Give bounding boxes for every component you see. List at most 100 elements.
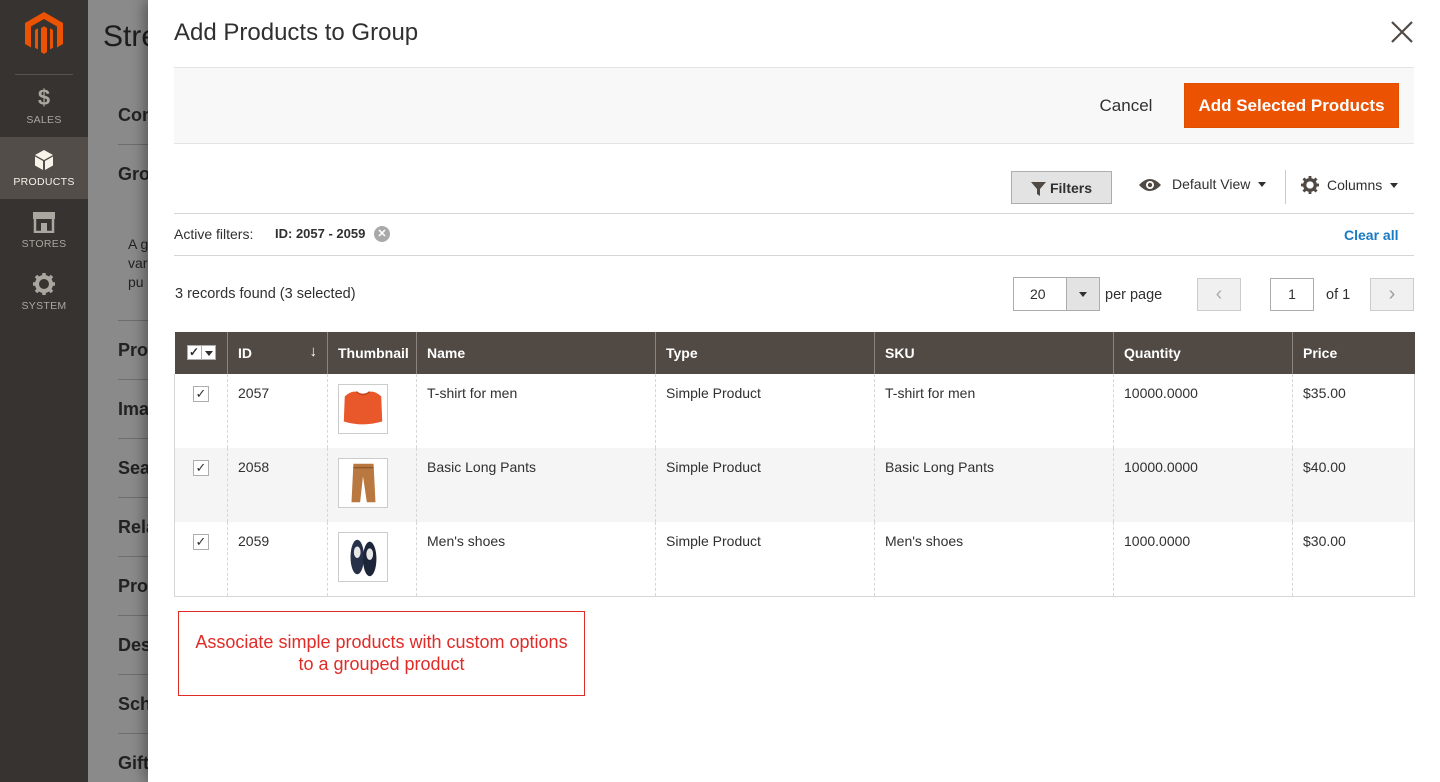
view-switcher-label: Default View bbox=[1172, 176, 1251, 192]
modal-title: Add Products to Group bbox=[174, 19, 419, 46]
cell-type: Simple Product bbox=[655, 448, 875, 522]
per-page-label: per page bbox=[1105, 287, 1163, 303]
cell-quantity: 10000.0000 bbox=[1113, 448, 1293, 522]
table-row[interactable]: ✓ 2058 Basic Long Pants Simple Product B… bbox=[174, 448, 1415, 522]
table-row[interactable]: ✓ 2057 T-shirt for men Simple Product T-… bbox=[174, 374, 1415, 448]
cell-sku: Basic Long Pants bbox=[874, 448, 1114, 522]
clear-all-link[interactable]: Clear all bbox=[1344, 227, 1398, 243]
columns-control[interactable]: Columns bbox=[1301, 176, 1399, 194]
column-header-label: Price bbox=[1303, 345, 1338, 361]
sidebar-item-label: SYSTEM bbox=[21, 300, 67, 312]
sidebar-item-stores[interactable]: STORES bbox=[0, 199, 88, 261]
remove-filter-icon[interactable]: ✕ bbox=[374, 226, 390, 242]
annotation-line: Associate simple products with custom op… bbox=[195, 632, 568, 652]
store-icon bbox=[0, 209, 88, 235]
cell-price: $40.00 bbox=[1292, 448, 1415, 522]
product-thumbnail-tshirt bbox=[338, 384, 388, 434]
column-header-quantity[interactable]: Quantity bbox=[1113, 332, 1293, 374]
row-checkbox[interactable]: ✓ bbox=[193, 534, 209, 550]
table-row[interactable]: ✓ 2059 Men's shoes Simple Product Men's … bbox=[174, 522, 1415, 597]
column-header-price[interactable]: Price bbox=[1292, 332, 1415, 374]
sidebar-item-label: SALES bbox=[26, 114, 62, 126]
background-text: var bbox=[128, 255, 148, 271]
cancel-button[interactable]: Cancel bbox=[1086, 84, 1166, 128]
sidebar-item-system[interactable]: SYSTEM bbox=[0, 261, 88, 323]
cell-id: 2057 bbox=[227, 374, 328, 448]
cell-id: 2059 bbox=[227, 522, 328, 597]
gear-icon bbox=[0, 271, 88, 297]
background-section: Pro bbox=[118, 340, 149, 360]
sidebar-item-label: STORES bbox=[21, 238, 67, 250]
page-number-input[interactable]: 1 bbox=[1270, 278, 1314, 311]
next-page-button[interactable]: › bbox=[1370, 278, 1414, 311]
sidebar-item-products[interactable]: PRODUCTS bbox=[0, 137, 88, 199]
columns-label: Columns bbox=[1327, 177, 1383, 193]
cell-price: $30.00 bbox=[1292, 522, 1415, 597]
previous-page-button[interactable]: ‹ bbox=[1197, 278, 1241, 311]
products-grid: ✓ ID ↓ Thumbnail Name Type SKU Quantity P… bbox=[174, 332, 1415, 597]
filters-divider-line bbox=[174, 255, 1414, 256]
column-header-label: Thumbnail bbox=[338, 345, 409, 361]
checkmark-icon: ✓ bbox=[186, 345, 202, 360]
background-section: Sea bbox=[118, 458, 151, 478]
column-header-label: Quantity bbox=[1124, 345, 1181, 361]
sidebar-item-label: PRODUCTS bbox=[13, 176, 75, 188]
per-page-dropdown-button[interactable] bbox=[1066, 277, 1100, 311]
chevron-down-icon bbox=[1079, 292, 1087, 297]
filters-label: Filters bbox=[1049, 179, 1092, 196]
background-section: Gift bbox=[118, 753, 149, 773]
column-header-label: Type bbox=[666, 345, 698, 361]
column-header-id[interactable]: ID ↓ bbox=[227, 332, 328, 374]
chevron-down-icon bbox=[1258, 182, 1267, 187]
background-text: A g bbox=[128, 236, 149, 252]
dollar-icon: $ bbox=[37, 85, 51, 110]
filters-button[interactable]: Filters bbox=[1011, 171, 1112, 204]
background-section: Des bbox=[118, 635, 152, 655]
cell-type: Simple Product bbox=[655, 522, 875, 597]
column-header-type[interactable]: Type bbox=[655, 332, 875, 374]
filter-icon bbox=[1030, 181, 1046, 196]
eye-icon bbox=[1139, 179, 1161, 191]
mass-select-header: ✓ bbox=[174, 332, 228, 374]
sidebar-item-sales[interactable]: $ SALES bbox=[0, 75, 88, 137]
cell-sku: Men's shoes bbox=[874, 522, 1114, 597]
background-section: Ima bbox=[118, 399, 150, 419]
sort-arrow-icon: ↓ bbox=[309, 343, 318, 360]
active-filter-chip: ID: 2057 - 2059 bbox=[275, 226, 366, 241]
cell-id: 2058 bbox=[227, 448, 328, 522]
cube-icon bbox=[0, 147, 88, 173]
product-thumbnail-pants bbox=[338, 458, 388, 508]
cell-price: $35.00 bbox=[1292, 374, 1415, 448]
records-summary: 3 records found (3 selected) bbox=[175, 286, 356, 302]
modal-action-bar: Cancel Add Selected Products bbox=[174, 67, 1414, 144]
column-header-thumbnail[interactable]: Thumbnail bbox=[327, 332, 417, 374]
cell-name: Basic Long Pants bbox=[416, 448, 656, 522]
magento-logo[interactable] bbox=[25, 12, 63, 54]
gear-icon bbox=[1301, 176, 1319, 194]
add-products-modal: Add Products to Group Cancel Add Selecte… bbox=[148, 0, 1440, 782]
background-section: Pro bbox=[118, 576, 149, 596]
column-header-label: Name bbox=[427, 345, 466, 361]
admin-sidebar: $ SALES PRODUCTS STORES SYSTEM bbox=[0, 0, 88, 782]
background-section: Gro bbox=[118, 164, 151, 184]
cell-name: T-shirt for men bbox=[416, 374, 656, 448]
product-thumbnail-shoes bbox=[338, 532, 388, 582]
row-checkbox[interactable]: ✓ bbox=[193, 460, 209, 476]
toolbar-divider-line bbox=[174, 213, 1414, 214]
column-header-label: SKU bbox=[885, 345, 915, 361]
view-switcher[interactable]: Default View bbox=[1138, 176, 1267, 200]
background-section: Sch bbox=[118, 694, 152, 714]
column-header-name[interactable]: Name bbox=[416, 332, 656, 374]
close-icon[interactable] bbox=[1388, 18, 1416, 46]
mass-select-checkbox[interactable]: ✓ bbox=[186, 343, 217, 363]
cell-quantity: 10000.0000 bbox=[1113, 374, 1293, 448]
column-header-sku[interactable]: SKU bbox=[874, 332, 1114, 374]
active-filters-label: Active filters: bbox=[174, 226, 254, 242]
row-checkbox[interactable]: ✓ bbox=[193, 386, 209, 402]
column-header-label: ID bbox=[238, 345, 252, 361]
chevron-down-icon bbox=[1390, 183, 1399, 188]
add-selected-products-button[interactable]: Add Selected Products bbox=[1184, 83, 1399, 128]
cell-quantity: 1000.0000 bbox=[1113, 522, 1293, 597]
annotation-callout: Associate simple products with custom op… bbox=[178, 611, 585, 696]
grid-header-row: ✓ ID ↓ Thumbnail Name Type SKU Quantity P… bbox=[174, 332, 1415, 374]
